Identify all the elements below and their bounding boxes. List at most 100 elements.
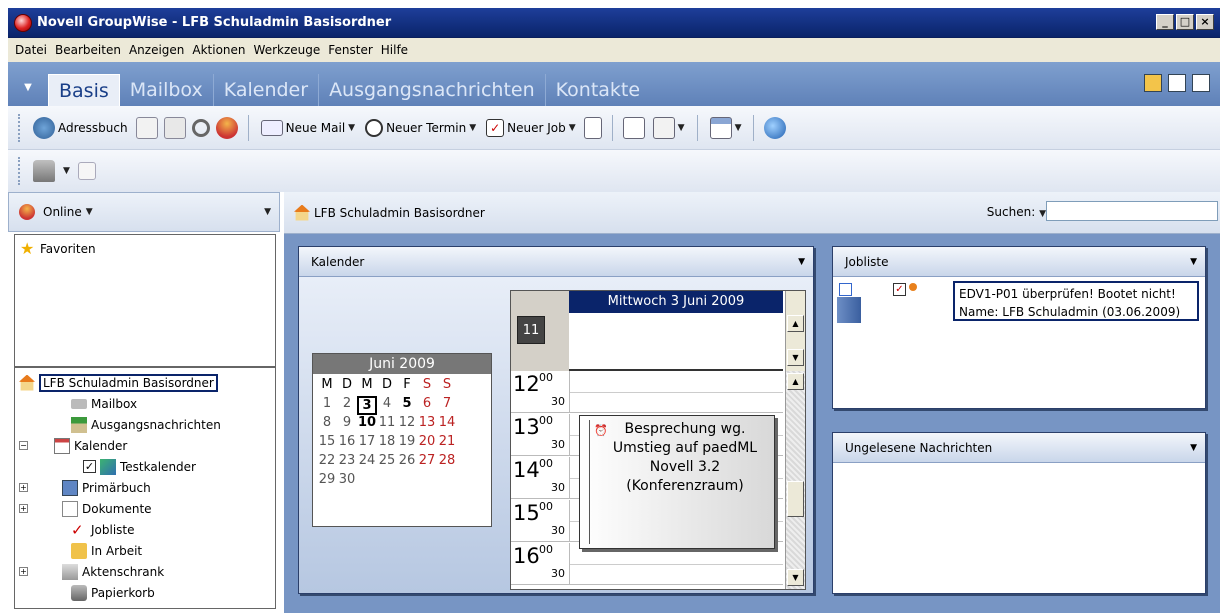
task-text[interactable]: EDV1-P01 überprüfen! Bootet nicht! Name:… xyxy=(953,281,1199,321)
menu-anzeigen[interactable]: Anzeigen xyxy=(125,43,188,57)
online-dropdown-icon[interactable]: ▼ xyxy=(86,207,93,217)
day-cell[interactable]: 20 xyxy=(417,434,437,453)
new-appointment-button[interactable]: Neuer Termin ▼ xyxy=(363,118,478,137)
day-cell[interactable]: 29 xyxy=(317,472,337,491)
scroll-down-icon[interactable]: ▼ xyxy=(787,569,804,586)
tree-item-basisordner[interactable]: LFB Schuladmin Basisordner xyxy=(19,372,271,393)
day-cell[interactable]: 25 xyxy=(377,453,397,472)
minimize-button[interactable]: _ xyxy=(1156,14,1174,30)
day-cell[interactable]: 10 xyxy=(357,415,377,434)
menu-bearbeiten[interactable]: Bearbeiten xyxy=(51,43,125,57)
menu-hilfe[interactable]: Hilfe xyxy=(377,43,412,57)
tab-kontakte[interactable]: Kontakte xyxy=(546,74,650,106)
find-icon[interactable] xyxy=(191,118,210,137)
list-view-icon[interactable] xyxy=(1168,74,1186,92)
day-cell[interactable]: 1 xyxy=(317,396,337,415)
tree-item-testkalender[interactable]: ✓ Testkalender xyxy=(19,456,271,477)
day-cell[interactable]: 24 xyxy=(357,453,377,472)
day-cell[interactable]: 30 xyxy=(337,472,357,491)
collapse-icon[interactable]: − xyxy=(19,441,28,450)
search-dropdown-icon[interactable]: ▼ xyxy=(1039,209,1046,219)
day-cell[interactable]: 2 xyxy=(337,396,357,415)
maximize-button[interactable]: □ xyxy=(1176,14,1194,30)
day-cell[interactable]: 7 xyxy=(437,396,457,415)
day-cell[interactable]: 6 xyxy=(417,396,437,415)
checked-checkbox-icon[interactable]: ✓ xyxy=(83,460,96,473)
day-cell[interactable]: 12 xyxy=(397,415,417,434)
tab-ausgangsnachrichten[interactable]: Ausgangsnachrichten xyxy=(319,74,546,106)
scroll-down-icon[interactable]: ▼ xyxy=(787,349,804,366)
day-cell[interactable]: 19 xyxy=(397,434,417,453)
day-scrollbar[interactable]: ▲ ▼ xyxy=(785,371,805,589)
tree-item-in-arbeit[interactable]: In Arbeit xyxy=(19,540,271,561)
trash-icon[interactable] xyxy=(33,160,55,182)
day-cell[interactable]: 13 xyxy=(417,415,437,434)
trash-dropdown-icon[interactable]: ▼ xyxy=(63,166,70,176)
details-view-icon[interactable] xyxy=(622,116,645,139)
tree-item-aktenschrank[interactable]: + Aktenschrank xyxy=(19,561,271,582)
day-cell[interactable]: 14 xyxy=(437,415,457,434)
menu-werkzeuge[interactable]: Werkzeuge xyxy=(250,43,325,57)
tree-item-dokumente[interactable]: + Dokumente xyxy=(19,498,271,519)
day-cell[interactable]: 11 xyxy=(377,415,397,434)
menu-fenster[interactable]: Fenster xyxy=(324,43,377,57)
properties-icon[interactable] xyxy=(135,116,158,139)
task-list-dropdown-icon[interactable]: ▼ xyxy=(1190,257,1197,267)
globe-icon[interactable] xyxy=(764,116,787,139)
all-day-scrollbar[interactable]: ▲ ▼ xyxy=(785,291,805,371)
all-day-toggle-button[interactable]: 11 xyxy=(517,316,545,344)
user-icon[interactable] xyxy=(215,116,238,139)
unread-messages-dropdown-icon[interactable]: ▼ xyxy=(1190,443,1197,453)
document-icon[interactable] xyxy=(77,162,96,180)
online-mode-bar[interactable]: Online ▼ ▼ xyxy=(8,192,280,232)
day-cell[interactable]: 5 xyxy=(397,396,417,415)
task-complete-checkbox[interactable] xyxy=(839,283,852,296)
tree-item-jobliste[interactable]: ✓ Jobliste xyxy=(19,519,271,540)
view-options-button[interactable]: ▼ xyxy=(651,116,687,139)
tree-item-ausgangsnachrichten[interactable]: Ausgangsnachrichten xyxy=(19,414,271,435)
left-pane-dropdown-icon[interactable]: ▼ xyxy=(264,207,271,217)
new-mail-button[interactable]: Neue Mail ▼ xyxy=(259,119,357,136)
favorites-item[interactable]: ★ Favoriten xyxy=(20,238,270,259)
day-cell[interactable]: 26 xyxy=(397,453,417,472)
address-book-button[interactable]: Adressbuch xyxy=(31,116,130,139)
day-cell[interactable]: 15 xyxy=(317,434,337,453)
expand-icon[interactable]: + xyxy=(19,483,28,492)
menu-datei[interactable]: Datei xyxy=(11,43,51,57)
table-view-dropdown-icon[interactable]: ▼ xyxy=(735,123,742,133)
search-label[interactable]: Suchen: ▼ xyxy=(987,205,1046,219)
appointment-block[interactable]: ⏰ Besprechung wg. Umstieg auf paedML Nov… xyxy=(579,415,775,549)
expand-icon[interactable]: + xyxy=(19,567,28,576)
new-task-dropdown-icon[interactable]: ▼ xyxy=(569,123,576,133)
new-mail-dropdown-icon[interactable]: ▼ xyxy=(348,123,355,133)
day-cell-today[interactable]: 3 xyxy=(357,396,377,415)
day-cell[interactable]: 22 xyxy=(317,453,337,472)
new-note-icon[interactable] xyxy=(583,116,602,139)
unread-messages-header[interactable]: Ungelesene Nachrichten ▼ xyxy=(833,433,1205,463)
task-list-header[interactable]: Jobliste ▼ xyxy=(833,247,1205,277)
day-cell[interactable]: 16 xyxy=(337,434,357,453)
tree-item-kalender[interactable]: − Kalender xyxy=(19,435,271,456)
toolbar-grip[interactable] xyxy=(18,113,21,142)
scroll-thumb[interactable] xyxy=(787,481,804,517)
print-icon[interactable] xyxy=(163,116,186,139)
hour-row[interactable]: 12 00 30 xyxy=(511,371,783,413)
tab-kalender[interactable]: Kalender xyxy=(214,74,320,106)
expand-icon[interactable]: + xyxy=(19,504,28,513)
day-cell[interactable]: 18 xyxy=(377,434,397,453)
tab-dropdown-icon[interactable]: ▼ xyxy=(14,70,42,104)
scroll-up-icon[interactable]: ▲ xyxy=(787,315,804,332)
day-cell[interactable]: 9 xyxy=(337,415,357,434)
day-cell[interactable]: 17 xyxy=(357,434,377,453)
tab-basis[interactable]: Basis xyxy=(48,74,120,106)
calendar-panel-dropdown-icon[interactable]: ▼ xyxy=(798,257,805,267)
windows-icon[interactable] xyxy=(1144,74,1162,92)
scroll-up-icon[interactable]: ▲ xyxy=(787,373,804,390)
day-cell[interactable]: 27 xyxy=(417,453,437,472)
day-cell[interactable]: 8 xyxy=(317,415,337,434)
calendar-view-icon[interactable] xyxy=(1192,74,1210,92)
tree-item-papierkorb[interactable]: Papierkorb xyxy=(19,582,271,603)
table-view-button[interactable]: ▼ xyxy=(708,116,744,139)
day-cell[interactable]: 23 xyxy=(337,453,357,472)
day-cell[interactable]: 4 xyxy=(377,396,397,415)
